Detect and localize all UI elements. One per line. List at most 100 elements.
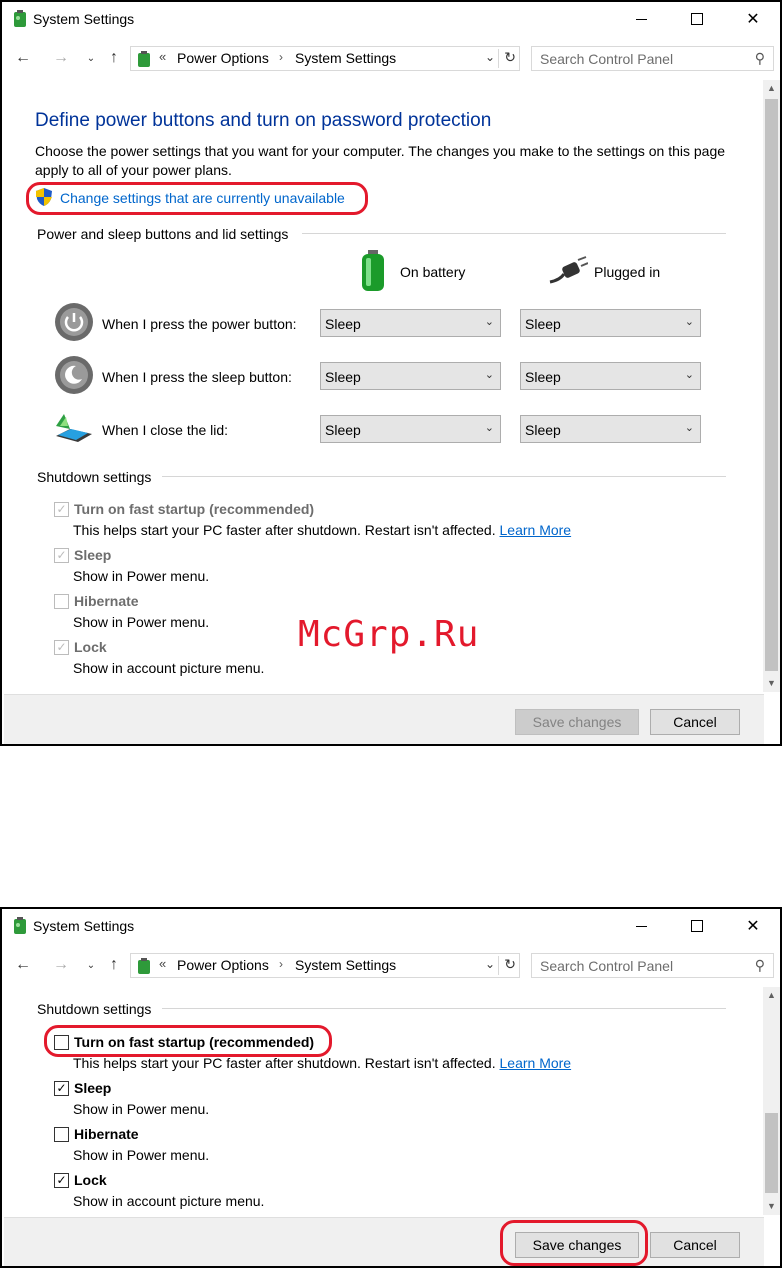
page-description: Choose the power settings that you want … bbox=[35, 143, 726, 178]
up-button[interactable]: ↑ bbox=[103, 953, 125, 977]
sleep-button-label: When I press the sleep button: bbox=[102, 369, 292, 385]
breadcrumb-power-options[interactable]: Power Options bbox=[177, 50, 269, 66]
cancel-button[interactable]: Cancel bbox=[650, 1232, 740, 1258]
close-icon: ✕ bbox=[746, 918, 760, 935]
search-box[interactable]: Search Control Panel ⚲ bbox=[531, 953, 774, 978]
fast-startup-description: This helps start your PC faster after sh… bbox=[73, 1055, 572, 1071]
checkmark-icon: ✓ bbox=[56, 502, 67, 516]
power-button-plugged-select[interactable]: Sleep ⌄ bbox=[520, 309, 701, 337]
fast-startup-label: Turn on fast startup (recommended) bbox=[74, 501, 315, 517]
maximize-button[interactable] bbox=[674, 2, 720, 36]
learn-more-link[interactable]: Learn More bbox=[500, 1055, 572, 1071]
scroll-up-icon[interactable]: ▲ bbox=[763, 80, 780, 97]
power-button-icon bbox=[55, 303, 93, 341]
scroll-down-icon[interactable]: ▼ bbox=[763, 675, 780, 692]
lock-checkbox[interactable]: ✓ bbox=[54, 1173, 69, 1188]
scroll-up-icon[interactable]: ▲ bbox=[763, 987, 780, 1004]
scroll-thumb[interactable] bbox=[765, 1113, 778, 1193]
section-divider bbox=[162, 1008, 726, 1009]
address-bar[interactable]: « Power Options › System Settings ⌄ ↻ bbox=[130, 953, 520, 978]
navigation-bar: ← → ⌄ ↑ « Power Options › System Setting… bbox=[2, 947, 780, 983]
scroll-down-icon[interactable]: ▼ bbox=[763, 1198, 780, 1215]
recent-locations-button[interactable]: ⌄ bbox=[80, 953, 102, 977]
power-section-title: Power and sleep buttons and lid settings bbox=[37, 226, 289, 242]
maximize-icon bbox=[691, 920, 703, 932]
footer-bar: Save changes Cancel bbox=[4, 694, 764, 744]
learn-more-link[interactable]: Learn More bbox=[500, 522, 572, 538]
hibernate-description: Show in Power menu. bbox=[73, 614, 210, 630]
back-button[interactable]: ← bbox=[12, 953, 34, 977]
minimize-button[interactable] bbox=[618, 2, 664, 36]
hibernate-label: Hibernate bbox=[74, 593, 139, 609]
hibernate-checkbox[interactable] bbox=[54, 1127, 69, 1142]
shutdown-section-title: Shutdown settings bbox=[37, 469, 152, 485]
breadcrumb-system-settings[interactable]: System Settings bbox=[295, 50, 396, 66]
address-bar[interactable]: « Power Options › System Settings ⌄ ↻ bbox=[130, 46, 520, 71]
breadcrumb-system-settings[interactable]: System Settings bbox=[295, 957, 396, 973]
maximize-icon bbox=[691, 13, 703, 25]
recent-locations-button[interactable]: ⌄ bbox=[80, 46, 102, 70]
content-area: Shutdown settings Turn on fast startup (… bbox=[4, 987, 764, 1215]
page-heading: Define power buttons and turn on passwor… bbox=[35, 110, 492, 131]
search-icon[interactable]: ⚲ bbox=[755, 50, 765, 67]
maximize-button[interactable] bbox=[674, 909, 720, 943]
chevron-down-icon: ⌄ bbox=[684, 422, 694, 434]
power-button-battery-select[interactable]: Sleep ⌄ bbox=[320, 309, 501, 337]
control-panel-icon bbox=[138, 51, 150, 67]
forward-button[interactable]: → bbox=[50, 953, 72, 977]
highlight-annotation bbox=[44, 1025, 332, 1057]
checkmark-icon: ✓ bbox=[56, 1081, 67, 1095]
power-options-app-icon bbox=[14, 917, 26, 934]
sleep-button-plugged-select[interactable]: Sleep ⌄ bbox=[520, 362, 701, 390]
fast-startup-description: This helps start your PC faster after sh… bbox=[73, 522, 572, 538]
highlight-annotation bbox=[26, 182, 368, 215]
close-lid-label: When I close the lid: bbox=[102, 422, 229, 438]
scroll-thumb[interactable] bbox=[765, 99, 778, 671]
up-button[interactable]: ↑ bbox=[103, 46, 125, 70]
highlight-annotation bbox=[500, 1220, 648, 1266]
search-icon[interactable]: ⚲ bbox=[755, 957, 765, 974]
address-dropdown-icon[interactable]: ⌄ bbox=[485, 50, 495, 64]
sleep-checkbox[interactable]: ✓ bbox=[54, 1081, 69, 1096]
laptop-lid-icon bbox=[56, 414, 92, 442]
address-overflow-icon[interactable]: « bbox=[159, 956, 166, 971]
checkmark-icon: ✓ bbox=[56, 1173, 67, 1187]
watermark-text: McGrp.Ru bbox=[298, 614, 480, 655]
breadcrumb-chevron-icon[interactable]: › bbox=[279, 50, 283, 64]
cancel-button[interactable]: Cancel bbox=[650, 709, 740, 735]
refresh-icon[interactable]: ↻ bbox=[498, 49, 516, 68]
close-button[interactable]: ✕ bbox=[730, 2, 776, 36]
on-battery-header: On battery bbox=[400, 264, 466, 280]
minimize-icon bbox=[635, 925, 647, 927]
sleep-checkbox[interactable]: ✓ bbox=[54, 548, 69, 563]
lock-checkbox[interactable]: ✓ bbox=[54, 640, 69, 655]
section-divider bbox=[162, 476, 726, 477]
close-lid-plugged-select[interactable]: Sleep ⌄ bbox=[520, 415, 701, 443]
title-bar[interactable]: System Settings ✕ bbox=[2, 909, 780, 945]
hibernate-checkbox[interactable] bbox=[54, 594, 69, 609]
close-lid-battery-select[interactable]: Sleep ⌄ bbox=[320, 415, 501, 443]
refresh-icon[interactable]: ↻ bbox=[498, 956, 516, 975]
minimize-button[interactable] bbox=[618, 909, 664, 943]
breadcrumb-chevron-icon[interactable]: › bbox=[279, 957, 283, 971]
fast-startup-checkbox[interactable]: ✓ bbox=[54, 502, 69, 517]
search-box[interactable]: Search Control Panel ⚲ bbox=[531, 46, 774, 71]
breadcrumb-power-options[interactable]: Power Options bbox=[177, 957, 269, 973]
system-settings-window-after: System Settings ✕ ← → ⌄ ↑ « Power Option… bbox=[0, 907, 782, 1268]
close-button[interactable]: ✕ bbox=[730, 909, 776, 943]
close-icon: ✕ bbox=[746, 11, 760, 28]
chevron-down-icon: ⌄ bbox=[484, 316, 494, 328]
sleep-label: Sleep bbox=[74, 1080, 112, 1096]
sleep-button-battery-select[interactable]: Sleep ⌄ bbox=[320, 362, 501, 390]
title-bar[interactable]: System Settings ✕ bbox=[2, 2, 780, 38]
back-button[interactable]: ← bbox=[12, 46, 34, 70]
address-dropdown-icon[interactable]: ⌄ bbox=[485, 957, 495, 971]
address-overflow-icon[interactable]: « bbox=[159, 49, 166, 64]
vertical-scrollbar[interactable]: ▲ ▼ bbox=[763, 987, 780, 1215]
search-placeholder: Search Control Panel bbox=[540, 958, 674, 974]
sleep-description: Show in Power menu. bbox=[73, 1101, 210, 1117]
vertical-scrollbar[interactable]: ▲ ▼ bbox=[763, 80, 780, 692]
save-changes-button[interactable]: Save changes bbox=[515, 709, 639, 735]
forward-button[interactable]: → bbox=[50, 46, 72, 70]
lock-description: Show in account picture menu. bbox=[73, 660, 265, 676]
